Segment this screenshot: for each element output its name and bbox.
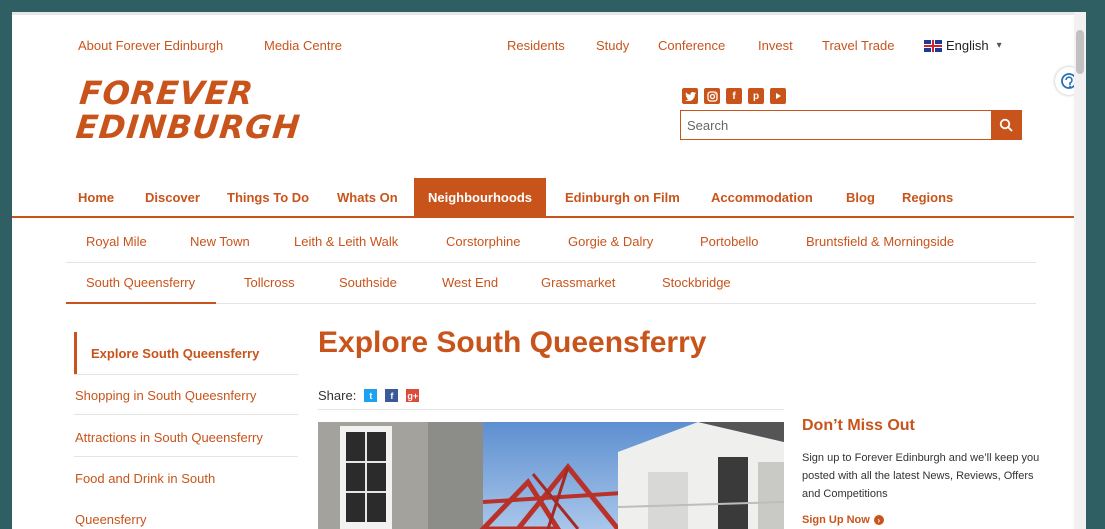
- subnav-south-queensferry[interactable]: South Queensferry: [86, 275, 195, 290]
- nav-regions[interactable]: Regions: [902, 178, 953, 218]
- sidebar-divider: [74, 374, 298, 375]
- share-twitter-icon[interactable]: t: [364, 389, 378, 402]
- util-link-invest[interactable]: Invest: [758, 38, 793, 53]
- subnav-stockbridge[interactable]: Stockbridge: [662, 275, 731, 290]
- util-link-media[interactable]: Media Centre: [264, 38, 342, 53]
- scrollbar-thumb[interactable]: [1076, 30, 1084, 74]
- instagram-icon[interactable]: [704, 88, 720, 104]
- share-bar: Share: t f g+: [318, 388, 420, 403]
- subnav-grassmarket[interactable]: Grassmarket: [541, 275, 615, 290]
- subnav-new-town[interactable]: New Town: [190, 234, 250, 249]
- util-link-study[interactable]: Study: [596, 38, 629, 53]
- util-link-residents[interactable]: Residents: [507, 38, 565, 53]
- subnav-corstorphine[interactable]: Corstorphine: [446, 234, 520, 249]
- search-button[interactable]: [991, 111, 1021, 139]
- logo-line2: EDINBURGH: [74, 108, 303, 146]
- share-label: Share:: [318, 388, 357, 403]
- social-links: f p: [682, 88, 786, 104]
- chevron-down-icon: ▾: [996, 40, 1002, 51]
- sidebar-active-indicator: [74, 332, 77, 374]
- util-link-conference[interactable]: Conference: [658, 38, 725, 53]
- sidebar-item-explore[interactable]: Explore South Queensferry: [91, 346, 259, 361]
- site-logo[interactable]: FOREVER EDINBURGH: [74, 74, 305, 146]
- browser-page: About Forever Edinburgh Media Centre Res…: [12, 12, 1086, 529]
- sidebar-divider: [74, 414, 298, 415]
- page-title: Explore South Queensferry: [318, 326, 707, 359]
- nav-whats-on[interactable]: Whats On: [337, 178, 398, 218]
- pinterest-icon[interactable]: p: [748, 88, 764, 104]
- arrow-right-icon: ›: [873, 515, 884, 525]
- share-facebook-icon[interactable]: f: [385, 389, 399, 402]
- subnav-leith[interactable]: Leith & Leith Walk: [294, 234, 398, 249]
- nav-accommodation[interactable]: Accommodation: [711, 178, 813, 218]
- youtube-icon[interactable]: [770, 88, 786, 104]
- nav-things-to-do[interactable]: Things To Do: [227, 178, 309, 218]
- subnav-royal-mile[interactable]: Royal Mile: [86, 234, 147, 249]
- sign-up-label: Sign Up Now: [802, 514, 870, 526]
- facebook-icon[interactable]: f: [726, 88, 742, 104]
- promo-title: Don’t Miss Out: [802, 417, 915, 434]
- search-box: [680, 110, 1022, 140]
- util-link-about[interactable]: About Forever Edinburgh: [78, 38, 223, 53]
- page-scrollbar[interactable]: [1074, 12, 1086, 529]
- share-divider: [318, 409, 784, 410]
- hero-photo: [318, 422, 784, 529]
- subnav-west-end[interactable]: West End: [442, 275, 498, 290]
- subnav-active-indicator: [66, 302, 216, 304]
- share-google-plus-icon[interactable]: g+: [406, 389, 420, 402]
- search-icon: [999, 118, 1013, 132]
- sidebar-item-food-drink[interactable]: Food and Drink in South: [75, 471, 215, 486]
- sidebar-item-shopping[interactable]: Shopping in South Queesnferry: [75, 388, 256, 403]
- subnav-portobello[interactable]: Portobello: [700, 234, 759, 249]
- util-link-travel-trade[interactable]: Travel Trade: [822, 38, 895, 53]
- subnav-gorgie-dalry[interactable]: Gorgie & Dalry: [568, 234, 653, 249]
- sign-up-link[interactable]: Sign Up Now ›: [802, 514, 884, 526]
- search-input[interactable]: [681, 111, 991, 139]
- language-selector[interactable]: English ▾: [924, 38, 1002, 53]
- sidebar-divider: [74, 456, 298, 457]
- nav-blog[interactable]: Blog: [846, 178, 875, 218]
- sidebar-item-attractions[interactable]: Attractions in South Queensferry: [75, 430, 263, 445]
- main-navigation: Home Discover Things To Do Whats On Neig…: [12, 178, 1086, 218]
- twitter-icon[interactable]: [682, 88, 698, 104]
- subnav-southside[interactable]: Southside: [339, 275, 397, 290]
- uk-flag-icon: [924, 39, 942, 52]
- sidebar-item-food-drink-cont[interactable]: Queensferry: [75, 512, 147, 527]
- nav-edinburgh-on-film[interactable]: Edinburgh on Film: [565, 178, 680, 218]
- subnav-tollcross[interactable]: Tollcross: [244, 275, 295, 290]
- subnav-divider: [66, 262, 1036, 263]
- top-border: [12, 12, 1086, 15]
- nav-neighbourhoods[interactable]: Neighbourhoods: [414, 178, 546, 218]
- nav-discover[interactable]: Discover: [145, 178, 200, 218]
- promo-text: Sign up to Forever Edinburgh and we’ll k…: [802, 452, 1040, 500]
- nav-home[interactable]: Home: [78, 178, 114, 218]
- logo-line1: FOREVER: [77, 74, 256, 112]
- subnav-bruntsfield[interactable]: Bruntsfield & Morningside: [806, 234, 954, 249]
- language-label: English: [946, 38, 989, 53]
